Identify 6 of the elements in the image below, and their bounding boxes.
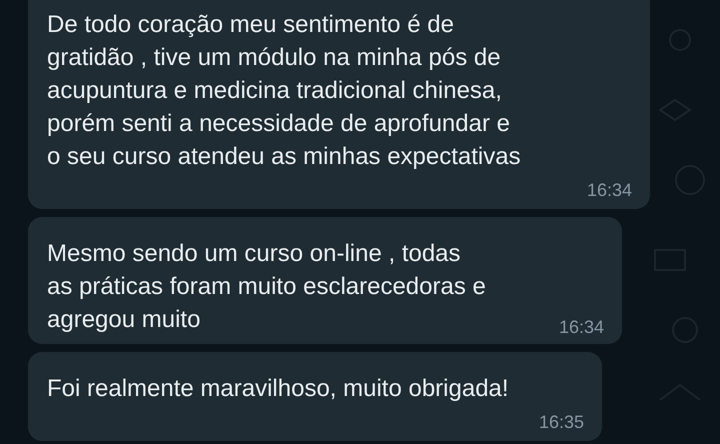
message-time: 16:35 bbox=[538, 411, 584, 433]
message-time: 16:34 bbox=[586, 179, 632, 201]
message-time: 16:34 bbox=[558, 316, 604, 338]
message-text: De todo coração meu sentimento é de gratidão , tive um módulo na minha pós de acupuntura e medicina tradicional chinesa, porém senti a necessidade de aprofundar e o seu curso atendeu as minhas expectativas bbox=[47, 10, 522, 172]
message-text: Mesmo sendo um curso on-line , todas as práticas foram muito esclarecedoras e agregou muito bbox=[47, 239, 486, 335]
message-text: Foi realmente maravilhoso, muito obrigada! bbox=[47, 374, 510, 404]
